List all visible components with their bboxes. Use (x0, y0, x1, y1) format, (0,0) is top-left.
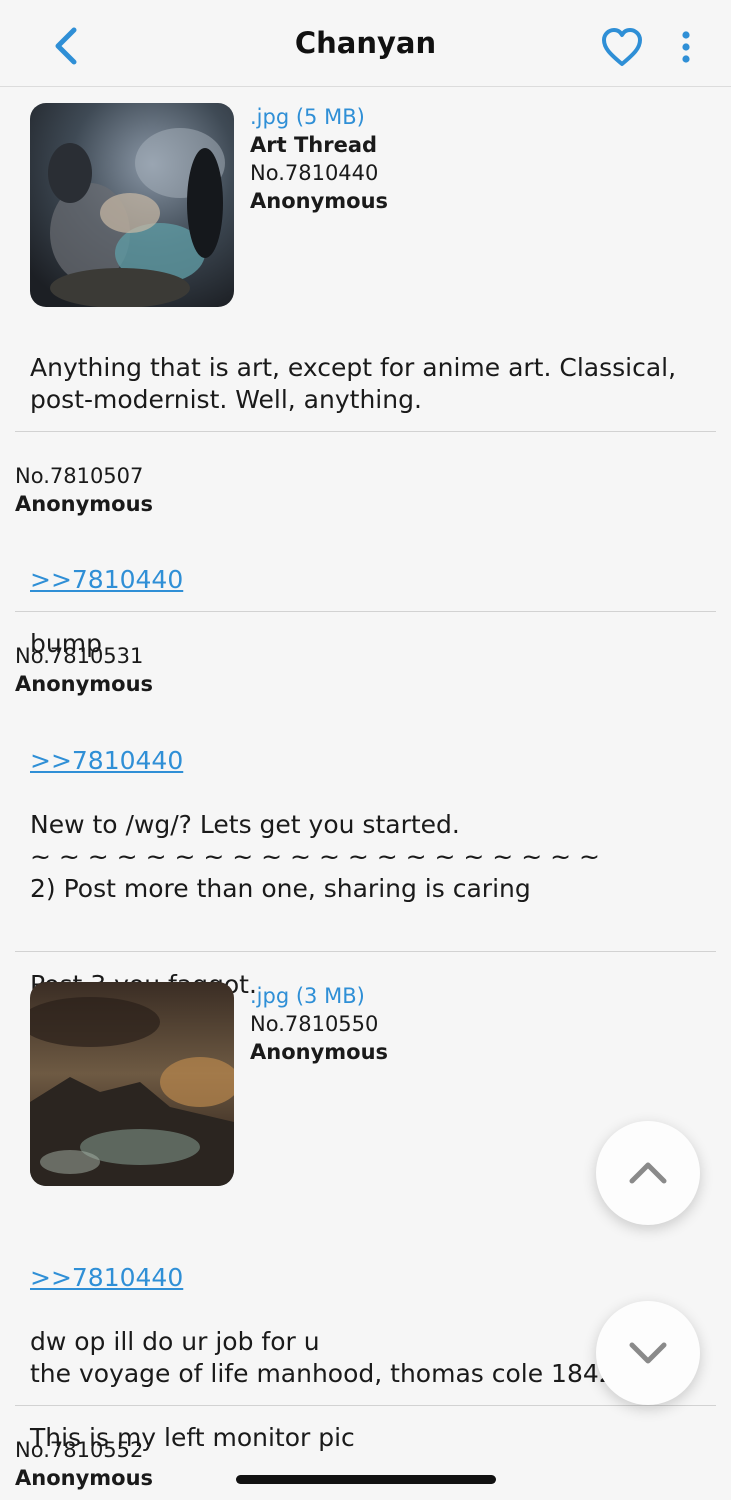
post-image-thumbnail[interactable] (30, 982, 234, 1186)
heart-icon (602, 28, 642, 66)
post-comment-block: >>7810440 dw op ill do ur job for u the … (30, 1230, 615, 1454)
chevron-left-icon (55, 27, 77, 65)
chevron-down-icon (629, 1342, 667, 1364)
more-options-button[interactable] (672, 28, 700, 68)
scroll-down-button[interactable] (596, 1301, 700, 1405)
home-indicator (236, 1475, 496, 1484)
post-comment: dw op ill do ur job for u the voyage of … (30, 1327, 615, 1452)
post-divider (15, 1405, 716, 1406)
back-button[interactable] (50, 26, 84, 66)
quote-link[interactable]: >>7810440 (30, 1262, 615, 1294)
file-info-link[interactable]: .jpg (5 MB) (250, 105, 365, 129)
poster-name: Anonymous (15, 672, 154, 696)
post-divider (15, 951, 716, 952)
post-comment-block: >>7810440 bump (30, 532, 183, 660)
post-comment: New to /wg/? Lets get you started. ~ ~ ~… (30, 810, 600, 999)
poster-name: Anonymous (250, 1040, 389, 1064)
post-number[interactable]: No.7810440 (250, 161, 378, 185)
post-subject: Art Thread (250, 133, 378, 157)
quote-link[interactable]: >>7810440 (30, 564, 183, 596)
poster-name: Anonymous (15, 1466, 154, 1490)
post-number[interactable]: No.7810552 (15, 1438, 143, 1462)
post-comment-block: >>7810440 New to /wg/? Lets get you star… (30, 713, 600, 1001)
scroll-up-button[interactable] (596, 1121, 700, 1225)
poster-name: Anonymous (15, 492, 154, 516)
favorite-button[interactable] (600, 26, 644, 68)
post-number[interactable]: No.7810531 (15, 644, 143, 668)
quote-link[interactable]: >>7810440 (30, 745, 600, 777)
poster-name: Anonymous (250, 189, 389, 213)
post-divider (15, 431, 716, 432)
file-info-link[interactable]: .jpg (3 MB) (250, 984, 365, 1008)
more-vertical-icon (682, 31, 690, 63)
top-bar: Chanyan (0, 0, 731, 87)
post-image-thumbnail[interactable] (30, 103, 234, 307)
post-divider (15, 611, 716, 612)
page-title: Chanyan (294, 26, 437, 60)
chevron-up-icon (629, 1162, 667, 1184)
post-number[interactable]: No.7810550 (250, 1012, 378, 1036)
post-comment: Anything that is art, except for anime a… (30, 353, 677, 414)
post-number[interactable]: No.7810507 (15, 464, 143, 488)
